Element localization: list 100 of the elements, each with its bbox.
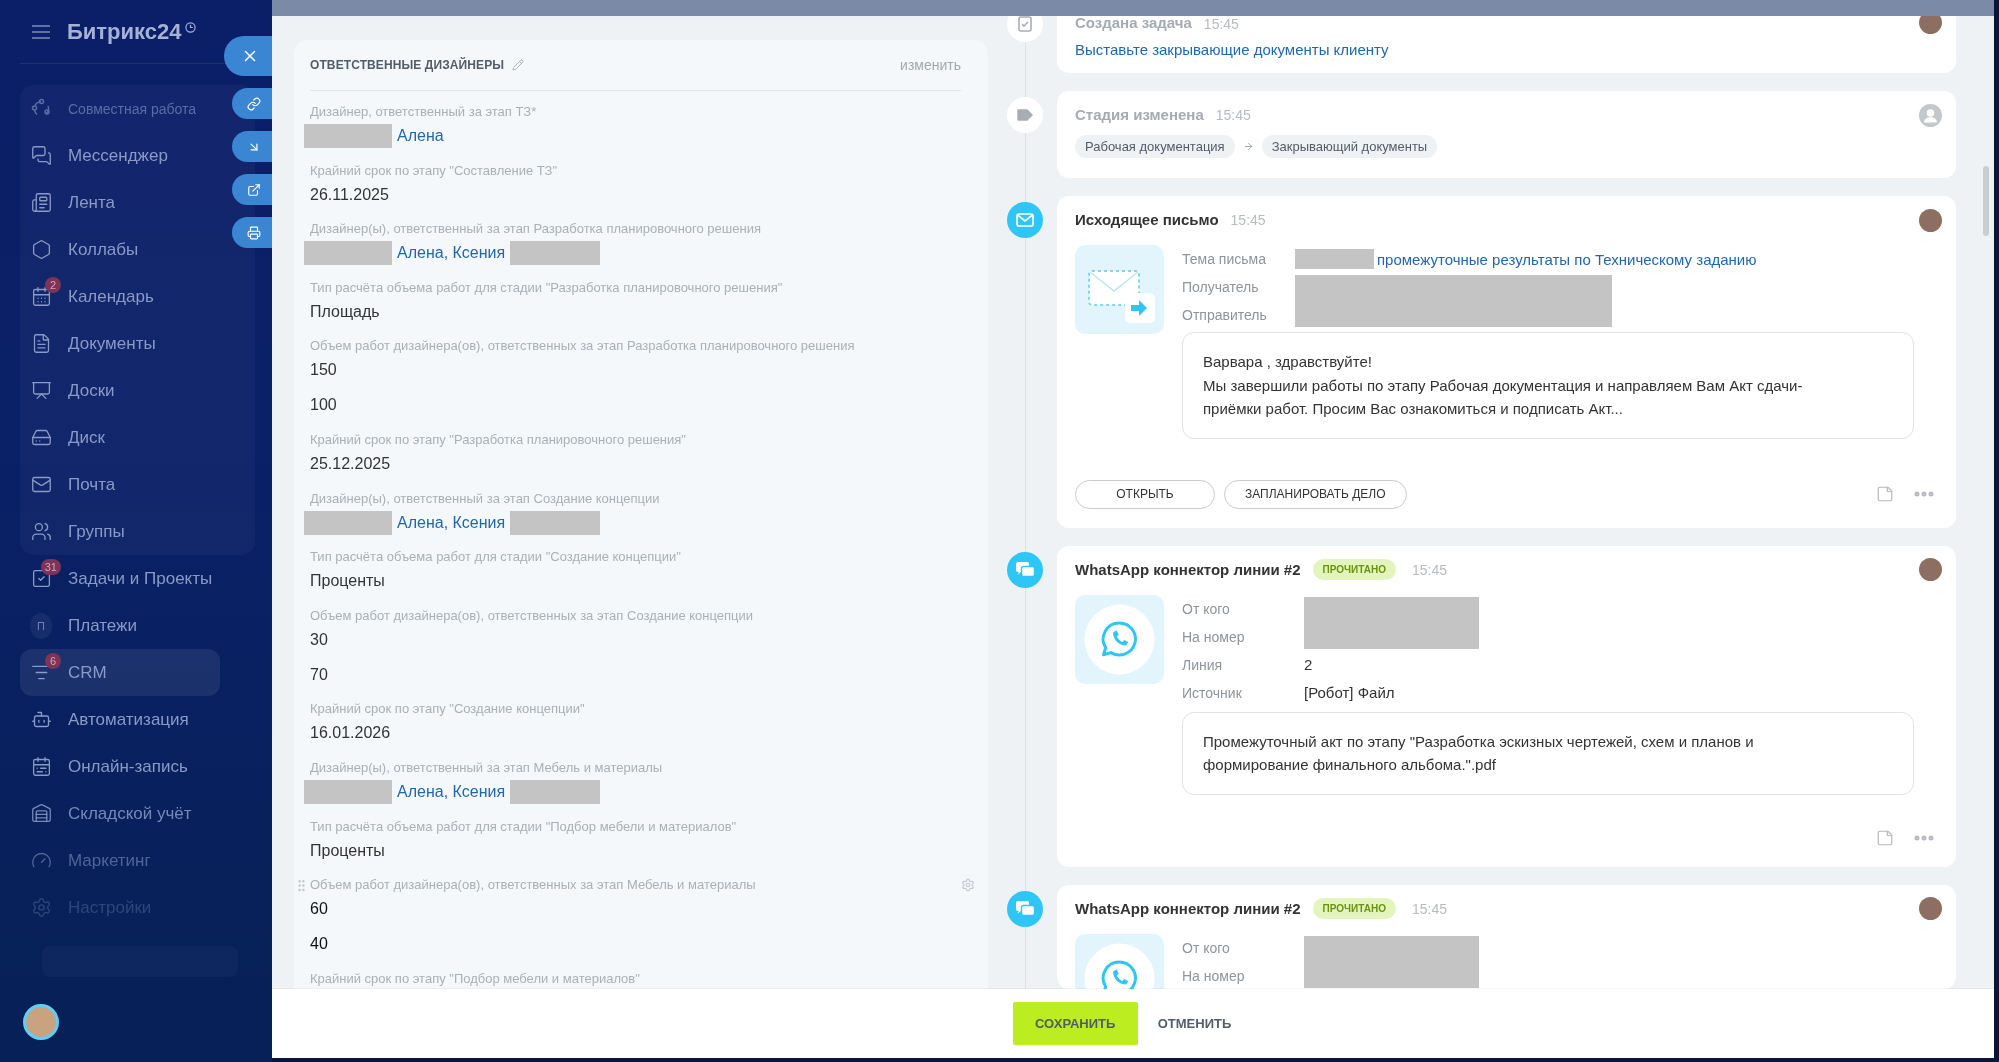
link-icon xyxy=(247,96,261,111)
sidebar-item[interactable]: Группы xyxy=(20,508,220,555)
field-value: 26.11.2025 xyxy=(310,184,389,205)
sidebar-item[interactable]: Доски xyxy=(20,367,220,414)
chat-bubbles-icon xyxy=(1007,551,1043,588)
settings-icon xyxy=(30,897,52,918)
calendar-icon xyxy=(30,286,52,307)
sidebar-section-title[interactable]: Совместная работа xyxy=(20,85,220,132)
message-preview: Промежуточный акт по этапу "Разработка эскизных чертежей, схем и планов и формирование финального альбома.".pdf xyxy=(1182,711,1914,795)
field-label: Дизайнер, ответственный за этап ТЗ* xyxy=(310,103,538,121)
menu-icon[interactable] xyxy=(32,24,50,39)
field-label: Тип расчёта объема работ для стадии "Разработка планировочного решения" xyxy=(310,278,784,297)
field-label: Отправитель xyxy=(1182,307,1268,323)
event-time: 15:45 xyxy=(1411,900,1447,917)
clock-icon xyxy=(184,21,196,33)
field-label: Крайний срок по этапу "Создание концепции" xyxy=(310,700,586,719)
notification-count: 31 xyxy=(40,558,61,575)
close-button[interactable] xyxy=(224,36,272,76)
settings-icon[interactable] xyxy=(961,878,975,893)
event-title: Исходящее письмо xyxy=(1075,210,1219,230)
event-time: 15:45 xyxy=(1230,212,1266,228)
message-preview: Варвара , здравствуйте! Мы завершили работы по этапу Рабочая документация и направляем Вам Акт сдачи-приёмки работ. Просим Вас ознакомиться и подписать Акт... xyxy=(1182,332,1914,439)
cancel-button[interactable]: ОТМЕНИТЬ xyxy=(1151,1002,1238,1045)
sidebar-item[interactable]: 6 CRM xyxy=(20,649,220,696)
stage-chip: Закрывающий документы xyxy=(1261,135,1438,158)
field-label: Объем работ дизайнера(ов), ответственных за этап Создание концепции xyxy=(310,606,755,625)
note-icon[interactable] xyxy=(1876,485,1894,503)
pencil-icon[interactable] xyxy=(512,59,525,71)
newspaper-icon xyxy=(30,192,52,213)
sidebar-item[interactable]: Онлайн-запись xyxy=(20,743,220,790)
user-avatar xyxy=(1919,16,1942,34)
user-avatar xyxy=(1919,208,1942,232)
event-time: 15:45 xyxy=(1203,16,1239,32)
field-label: Получатель xyxy=(1182,279,1260,295)
sidebar-item[interactable]: Маркетинг xyxy=(20,837,220,884)
sidebar-item[interactable]: Складской учёт xyxy=(20,790,220,837)
field-value: Проценты xyxy=(310,571,385,592)
notification-count: 6 xyxy=(45,652,61,669)
phone-bubble-icon xyxy=(1075,594,1164,684)
section-title: ОТВЕТСТВЕННЫЕ ДИЗАЙНЕРЫ xyxy=(310,58,505,72)
sidebar-item[interactable]: Диск xyxy=(20,414,220,461)
field-value: 25.12.2025 xyxy=(310,453,391,474)
user-avatar[interactable] xyxy=(23,1004,59,1040)
person-link[interactable]: Алена, Ксения xyxy=(397,510,506,535)
note-icon[interactable] xyxy=(1876,828,1894,847)
person-link[interactable]: Алена xyxy=(397,124,444,148)
envelope-icon xyxy=(1007,202,1043,238)
drive-icon xyxy=(30,427,52,448)
task-link[interactable]: Выставьте закрывающие документы клиенту xyxy=(1075,40,1389,60)
people-icon xyxy=(30,521,52,542)
scrollbar[interactable] xyxy=(1983,166,1989,236)
person-link[interactable]: Алена, Ксения xyxy=(397,779,506,804)
read-badge: ПРОЧИТАНО xyxy=(1312,898,1396,919)
action-button[interactable]: ОТКРЫТЬ xyxy=(1075,479,1215,509)
event-title: WhatsApp коннектор линии #2 xyxy=(1075,559,1301,580)
chat-bubbles-icon xyxy=(30,145,52,166)
arrow-button[interactable] xyxy=(232,131,272,162)
tag-icon xyxy=(1007,97,1043,133)
field-label: Тема письма xyxy=(1182,251,1267,267)
print-button[interactable] xyxy=(232,217,272,248)
field-value: 150 xyxy=(310,360,337,381)
sidebar-item[interactable]: Лента xyxy=(20,179,220,226)
external-link-button[interactable] xyxy=(232,174,272,205)
sidebar-item[interactable]: 2 Календарь xyxy=(20,273,220,320)
field-label: Крайний срок по этапу "Подбор мебели и материалов" xyxy=(310,969,641,988)
field-label: Дизайнер(ы), ответственный за этап Создание концепции xyxy=(310,489,661,508)
action-button[interactable]: ЗАПЛАНИРОВАТЬ ДЕЛО xyxy=(1224,479,1407,509)
read-badge: ПРОЧИТАНО xyxy=(1312,559,1396,580)
sidebar-item[interactable]: Мессенджер xyxy=(20,132,220,179)
presentation-board-icon xyxy=(30,380,52,401)
arrow-right-icon xyxy=(1242,141,1254,152)
envelope-icon xyxy=(30,474,52,495)
app-logo[interactable]: Битрикс24 xyxy=(67,18,182,45)
link-button[interactable] xyxy=(232,88,272,119)
field-value: Площадь xyxy=(310,301,380,322)
field-label: Тип расчёта объема работ для стадии "Создание концепции" xyxy=(310,548,682,567)
user-avatar xyxy=(1919,558,1942,581)
event-title: Стадия изменена xyxy=(1075,105,1204,125)
subject-link[interactable]: промежуточные результаты по Техническому заданию xyxy=(1377,250,1757,268)
user-icon xyxy=(1919,103,1942,127)
field-value: 30 xyxy=(310,629,328,650)
sidebar-item[interactable]: Документы xyxy=(20,320,220,367)
field-label: Крайний срок по этапу "Разработка планировочного решения" xyxy=(310,430,687,449)
stage-chip: Рабочая документация xyxy=(1075,135,1235,158)
event-time: 15:45 xyxy=(1215,107,1251,123)
sidebar-item[interactable]: П Платежи xyxy=(20,602,220,649)
field-label: Дизайнер(ы), ответственный за этап Мебель и материалы xyxy=(310,758,664,777)
sidebar-item[interactable]: Коллабы xyxy=(20,226,220,273)
field-value: 70 xyxy=(310,664,328,685)
field-label: Источник xyxy=(1182,684,1243,701)
field-label: От кого xyxy=(1182,600,1231,617)
save-button[interactable]: СОХРАНИТЬ xyxy=(1012,1002,1138,1045)
person-link[interactable]: Алена, Ксения xyxy=(397,241,506,266)
sidebar-item[interactable]: Автоматизация xyxy=(20,696,220,743)
sidebar-item[interactable]: Почта xyxy=(20,461,220,508)
sidebar-item[interactable]: 31 Задачи и Проекты xyxy=(20,555,220,602)
notification-count: 2 xyxy=(45,276,61,293)
field-value: 16.01.2026 xyxy=(310,723,391,744)
field-label: Дизайнер(ы), ответственный за этап Разработка планировочного решения xyxy=(310,220,762,239)
field-value: 40 xyxy=(310,934,328,955)
